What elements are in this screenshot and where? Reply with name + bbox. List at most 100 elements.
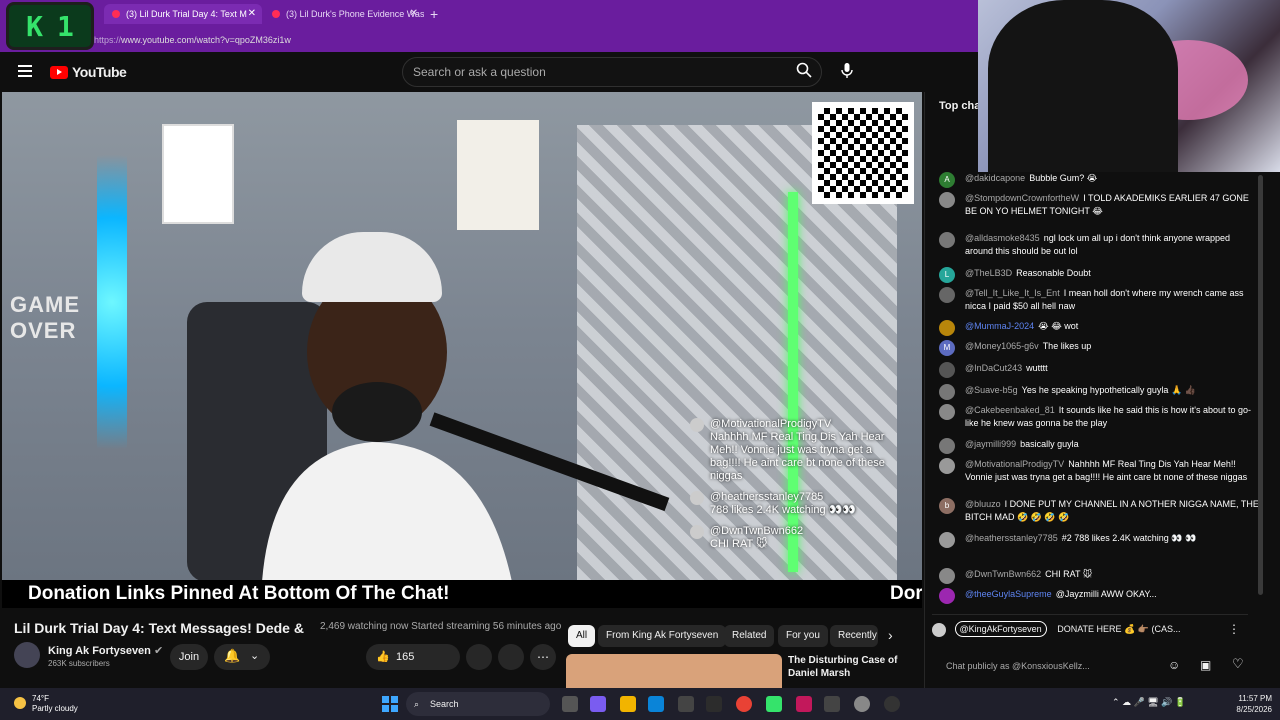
chat-input[interactable]: Chat publicly as @KonsxiousKellz...	[924, 652, 1280, 680]
channel-avatar[interactable]	[14, 642, 40, 668]
more-icon[interactable]: ⋯	[530, 644, 556, 670]
edge-icon[interactable]	[648, 696, 664, 712]
tab-active[interactable]: (3) Lil Durk Trial Day 4: Text M ✕	[104, 4, 262, 24]
file-explorer-icon[interactable]	[620, 696, 636, 712]
chat-author[interactable]: @bluuzo	[965, 499, 1001, 509]
search-icon[interactable]	[796, 62, 812, 78]
heart-icon[interactable]: ♡	[1232, 656, 1244, 672]
avatar[interactable]: M	[939, 340, 955, 356]
taskbar-search-label: Search	[430, 699, 459, 709]
close-tab-icon[interactable]: ✕	[248, 4, 256, 24]
chat-author[interactable]: @jaymilli999	[965, 439, 1016, 449]
close-tab-icon[interactable]: ✕	[410, 4, 418, 24]
chip-from-channel[interactable]: From King Ak Fortyseven	[598, 625, 727, 647]
terminal-icon[interactable]	[706, 696, 722, 712]
avatar[interactable]	[939, 320, 955, 336]
avatar[interactable]	[939, 458, 955, 474]
microphone-icon[interactable]	[838, 61, 856, 79]
stream-logo: K 1	[6, 2, 94, 50]
temperature: 74°F	[32, 694, 49, 703]
chat-author[interactable]: @Money1065-g6v	[965, 341, 1039, 351]
weather-widget[interactable]: 74°F Partly cloudy	[14, 694, 78, 714]
chat-author[interactable]: @TheLB3D	[965, 268, 1012, 278]
logo-letter-1: 1	[57, 9, 74, 43]
obs-icon[interactable]	[824, 696, 840, 712]
youtube-logo[interactable]: YouTube	[50, 64, 127, 80]
chip-for-you[interactable]: For you	[778, 625, 828, 647]
taskbar-search[interactable]: ⌕ Search	[406, 692, 550, 716]
youtube-play-icon	[50, 65, 68, 79]
copilot-icon[interactable]	[590, 696, 606, 712]
chip-all[interactable]: All	[568, 625, 596, 647]
chat-author[interactable]: @dakidcapone	[965, 173, 1025, 183]
app-icon[interactable]	[884, 696, 900, 712]
avatar[interactable]	[939, 438, 955, 454]
avatar[interactable]: A	[939, 172, 955, 188]
chat-author[interactable]: @InDaCut243	[965, 363, 1022, 373]
chat-author[interactable]: @Tell_It_Like_It_Is_Ent	[965, 288, 1060, 298]
share-icon[interactable]	[466, 644, 492, 670]
chip-recently[interactable]: Recently	[830, 625, 878, 647]
more-vert-icon[interactable]: ⋮	[1228, 615, 1240, 643]
pinned-user: @KingAkFortyseven	[954, 621, 1047, 637]
chat-author[interactable]: @heathersstanley7785	[965, 533, 1058, 543]
avatar[interactable]	[939, 362, 955, 378]
chat-message: @heathersstanley7785 #2 788 likes 2.4K wa…	[939, 532, 1259, 548]
chat-author[interactable]: @theeGuylaSupreme	[965, 589, 1052, 599]
avatar[interactable]	[939, 588, 955, 604]
chat-scrollbar[interactable]	[1258, 175, 1263, 595]
new-tab-button[interactable]: +	[430, 4, 438, 24]
clock[interactable]: 11:57 PM 8/25/2026	[1212, 693, 1272, 715]
chat-author[interactable]: @StompdownCrownfortheW	[965, 193, 1079, 203]
overlay-chat-message: @MotivationalProdigyTV Nahhhh MF Real Ti…	[690, 418, 900, 483]
chat-author[interactable]: @MummaJ-2024	[965, 321, 1034, 331]
browser-app-icon[interactable]	[796, 696, 812, 712]
store-icon[interactable]	[678, 696, 694, 712]
avatar[interactable]	[939, 192, 955, 208]
pinned-message[interactable]: @KingAkFortyseven DONATE HERE 💰 👉🏽 (CAS.…	[932, 614, 1248, 642]
chat-message: @Tell_It_Like_It_Is_Ent I mean holl don't…	[939, 287, 1259, 313]
avatar	[690, 418, 704, 432]
recommended-title[interactable]: The Disturbing Case of Daniel Marsh	[788, 654, 918, 680]
chat-message: @MummaJ-2024 😭 😂 wot	[939, 320, 1259, 336]
system-tray-icon[interactable]: ⌃ ☁ 🎤 🖥 🔊 🔋	[1112, 697, 1186, 708]
chat-author[interactable]: @Cakebeenbaked_81	[965, 405, 1055, 415]
chip-related[interactable]: Related	[724, 625, 775, 647]
join-button[interactable]: Join	[170, 644, 208, 670]
notifications-button[interactable]: 🔔 ⌄	[214, 644, 270, 670]
avatar[interactable]	[939, 232, 955, 248]
super-chat-icon[interactable]: ▣	[1200, 658, 1211, 672]
save-icon[interactable]	[498, 644, 524, 670]
video-player[interactable]: GAME OVER @MotivationalProdigyTV Nahhhh …	[2, 92, 922, 580]
avatar[interactable]	[939, 568, 955, 584]
qr-code	[812, 102, 914, 204]
avatar[interactable]	[939, 384, 955, 400]
chat-author[interactable]: @MotivationalProdigyTV	[965, 459, 1064, 469]
chat-text: #2 788 likes 2.4K watching 👀 👀	[1061, 533, 1197, 543]
chat-author[interactable]: @alldasmoke8435	[965, 233, 1040, 243]
avatar[interactable]	[939, 404, 955, 420]
kick-icon[interactable]	[766, 696, 782, 712]
windows-start-icon[interactable]	[382, 696, 398, 712]
chrome-icon[interactable]	[736, 696, 752, 712]
emoji-icon[interactable]: ☺	[1168, 658, 1180, 672]
channel-name[interactable]: King Ak Fortyseven ✔	[48, 644, 163, 657]
chat-text: wutttt	[1026, 363, 1048, 373]
avatar[interactable]	[939, 287, 955, 303]
search-input[interactable]: Search or ask a question	[402, 57, 822, 87]
task-view-icon[interactable]	[562, 696, 578, 712]
video-meta: 2,469 watching now Started streaming 56 …	[320, 621, 562, 632]
menu-icon[interactable]	[18, 65, 32, 77]
avatar	[690, 525, 704, 539]
avatar[interactable]: b	[939, 498, 955, 514]
address-bar[interactable]: https://www.youtube.com/watch?v=qpoZM36z…	[94, 32, 974, 49]
chat-author[interactable]: @DwnTwnBwn662	[965, 569, 1041, 579]
chat-message: b @bluuzo I DONE PUT MY CHANNEL IN A NOTHE…	[939, 498, 1259, 524]
dislike-icon[interactable]	[428, 644, 454, 670]
chat-author[interactable]: @Suave-b5g	[965, 385, 1018, 395]
chevron-right-icon[interactable]: ›	[888, 627, 893, 643]
settings-icon[interactable]	[854, 696, 870, 712]
avatar[interactable]: L	[939, 267, 955, 283]
avatar[interactable]	[939, 532, 955, 548]
tab-inactive[interactable]: (3) Lil Durk's Phone Evidence Was ✕	[264, 4, 424, 24]
